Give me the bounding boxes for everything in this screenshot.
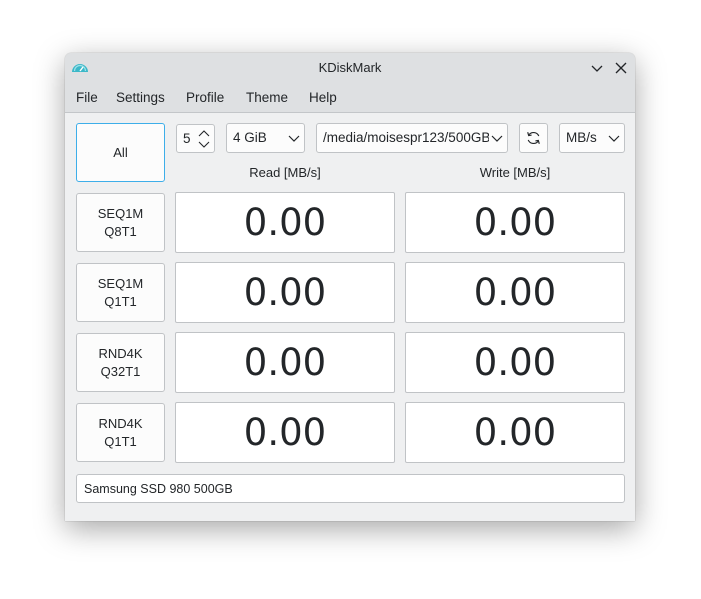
test-name: SEQ1M — [97, 206, 144, 221]
read-result: 0.00 — [175, 332, 395, 393]
test-params: Q32T1 — [100, 364, 141, 379]
write-result: 0.00 — [405, 332, 625, 393]
test-button-rnd4k-q32t1[interactable]: RND4K Q32T1 — [76, 333, 165, 392]
menu-theme[interactable]: Theme — [246, 90, 288, 105]
refresh-icon — [527, 131, 540, 145]
menu-help[interactable]: Help — [309, 90, 337, 105]
test-button-rnd4k-q1t1[interactable]: RND4K Q1T1 — [76, 403, 165, 462]
write-result: 0.00 — [405, 402, 625, 463]
test-params: Q1T1 — [104, 294, 137, 309]
file-size-select[interactable]: 4 GiB — [226, 123, 305, 153]
read-column-header: Read [MB/s] — [249, 165, 321, 180]
test-name: RND4K — [98, 346, 143, 361]
test-name: RND4K — [98, 416, 143, 431]
spin-arrows-icon[interactable] — [197, 127, 211, 151]
window-title: KDiskMark — [318, 60, 382, 75]
test-params: Q1T1 — [104, 434, 137, 449]
test-button-seq1m-q8t1[interactable]: SEQ1M Q8T1 — [76, 193, 165, 252]
file-size-value: 4 GiB — [233, 130, 267, 145]
refresh-button[interactable] — [519, 123, 548, 153]
write-column-header: Write [MB/s] — [479, 165, 551, 180]
read-result: 0.00 — [175, 402, 395, 463]
menu-profile[interactable]: Profile — [186, 90, 224, 105]
unit-value: MB/s — [566, 130, 597, 145]
test-button-seq1m-q1t1[interactable]: SEQ1M Q1T1 — [76, 263, 165, 322]
read-result: 0.00 — [175, 192, 395, 253]
read-result: 0.00 — [175, 262, 395, 323]
close-button[interactable] — [611, 58, 631, 78]
unit-select[interactable]: MB/s — [559, 123, 625, 153]
chevron-down-icon — [608, 133, 620, 143]
loops-spinbox[interactable]: 5 — [176, 124, 215, 153]
target-path-select[interactable]: /media/moisespr123/500GB — [316, 123, 508, 153]
write-result: 0.00 — [405, 192, 625, 253]
minimize-button[interactable] — [587, 58, 607, 78]
test-params: Q8T1 — [104, 224, 137, 239]
test-name: SEQ1M — [97, 276, 144, 291]
title-bar[interactable]: KDiskMark — [65, 53, 635, 82]
loops-value: 5 — [183, 131, 191, 146]
chevron-down-icon — [491, 133, 503, 143]
device-info-field[interactable]: Samsung SSD 980 500GB — [76, 474, 625, 503]
chevron-down-icon — [288, 133, 300, 143]
run-all-button[interactable]: All — [76, 123, 165, 182]
target-path-value: /media/moisespr123/500GB — [323, 130, 489, 145]
kdiskmark-window: KDiskMark File Settings Profile Theme He… — [65, 53, 635, 521]
write-result: 0.00 — [405, 262, 625, 323]
menu-bar: File Settings Profile Theme Help — [65, 82, 635, 113]
menu-settings[interactable]: Settings — [116, 90, 165, 105]
menu-file[interactable]: File — [76, 90, 98, 105]
